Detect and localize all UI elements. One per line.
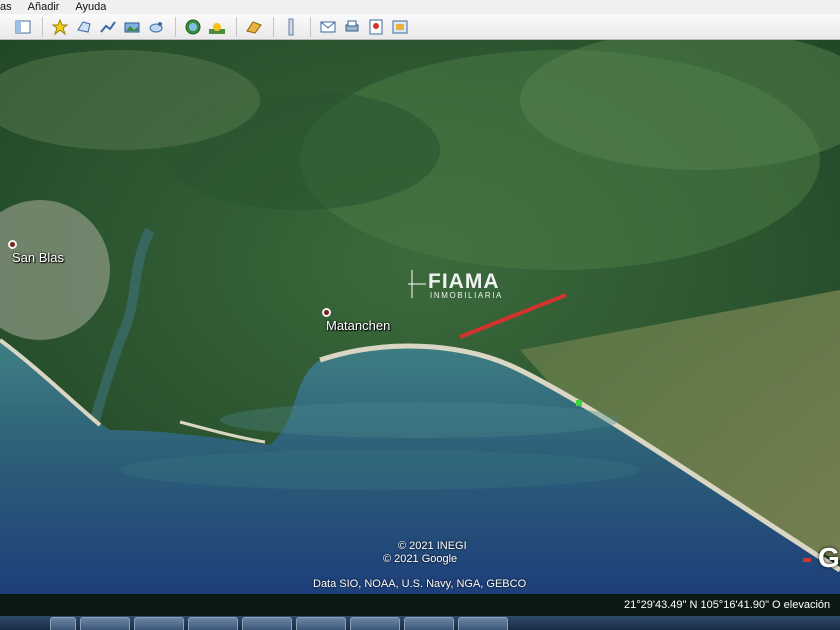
tour-icon[interactable]: [145, 16, 167, 38]
place-label: Matanchen: [326, 318, 391, 333]
fiama-logo-icon: [408, 270, 426, 298]
sidebar-toggle-icon[interactable]: [12, 16, 34, 38]
toolbar-separator: [273, 16, 274, 37]
planets-icon[interactable]: [243, 16, 265, 38]
powerpoint-icon[interactable]: [458, 617, 508, 630]
word-icon[interactable]: [242, 617, 292, 630]
ie-icon[interactable]: [80, 617, 130, 630]
ruler-icon[interactable]: [280, 16, 302, 38]
status-bar: 21°29'43.49" N 105°16'41.90" O elevación: [0, 594, 840, 616]
menu-anadir[interactable]: Añadir: [20, 0, 68, 14]
google-earth-window: as Añadir Ayuda San Blas Matanchen FIAMA…: [0, 0, 840, 630]
toolbar-separator: [42, 16, 43, 37]
place-san-blas[interactable]: San Blas: [8, 240, 64, 265]
google-logo: G: [818, 542, 840, 573]
watermark-subtitle: INMOBILIARIA: [430, 291, 503, 300]
coordinates-readout: 21°29'43.49" N 105°16'41.90" O elevación: [624, 599, 831, 611]
satellite-imagery[interactable]: [0, 40, 840, 594]
menu-herramientas[interactable]: as: [0, 0, 20, 14]
save-image-icon[interactable]: [365, 16, 387, 38]
map-view[interactable]: San Blas Matanchen FIAMA INMOBILIARIA © …: [0, 40, 840, 594]
toolbar-separator: [236, 16, 237, 37]
print-icon[interactable]: [341, 16, 363, 38]
photoshop-icon[interactable]: [296, 617, 346, 630]
place-marker-icon: [322, 308, 331, 317]
credit-google: © 2021 Google: [383, 553, 458, 565]
credit-inegi: © 2021 INEGI: [398, 540, 467, 552]
sunlight-icon[interactable]: [206, 16, 228, 38]
place-marker-icon: [8, 240, 17, 249]
winrar-icon[interactable]: [404, 617, 454, 630]
toolbar-separator: [310, 16, 311, 37]
toolbar: [0, 14, 840, 40]
historical-imagery-icon[interactable]: [182, 16, 204, 38]
word-doc-icon[interactable]: [350, 617, 400, 630]
place-label: San Blas: [12, 250, 65, 265]
placemark-icon[interactable]: [49, 16, 71, 38]
path-icon[interactable]: [97, 16, 119, 38]
menu-ayuda[interactable]: Ayuda: [67, 0, 114, 14]
chrome-icon[interactable]: [134, 617, 184, 630]
image-overlay-icon[interactable]: [121, 16, 143, 38]
menu-bar: as Añadir Ayuda: [0, 0, 840, 14]
email-icon[interactable]: [317, 16, 339, 38]
polygon-icon[interactable]: [73, 16, 95, 38]
place-matanchen[interactable]: Matanchen: [322, 308, 390, 333]
credit-data-sources: Data SIO, NOAA, U.S. Navy, NGA, GEBCO: [313, 578, 527, 590]
excel-icon[interactable]: [188, 617, 238, 630]
explorer-icon[interactable]: [50, 617, 76, 630]
view-maps-icon[interactable]: [389, 16, 411, 38]
toolbar-separator: [175, 16, 176, 37]
windows-taskbar: [0, 616, 840, 630]
